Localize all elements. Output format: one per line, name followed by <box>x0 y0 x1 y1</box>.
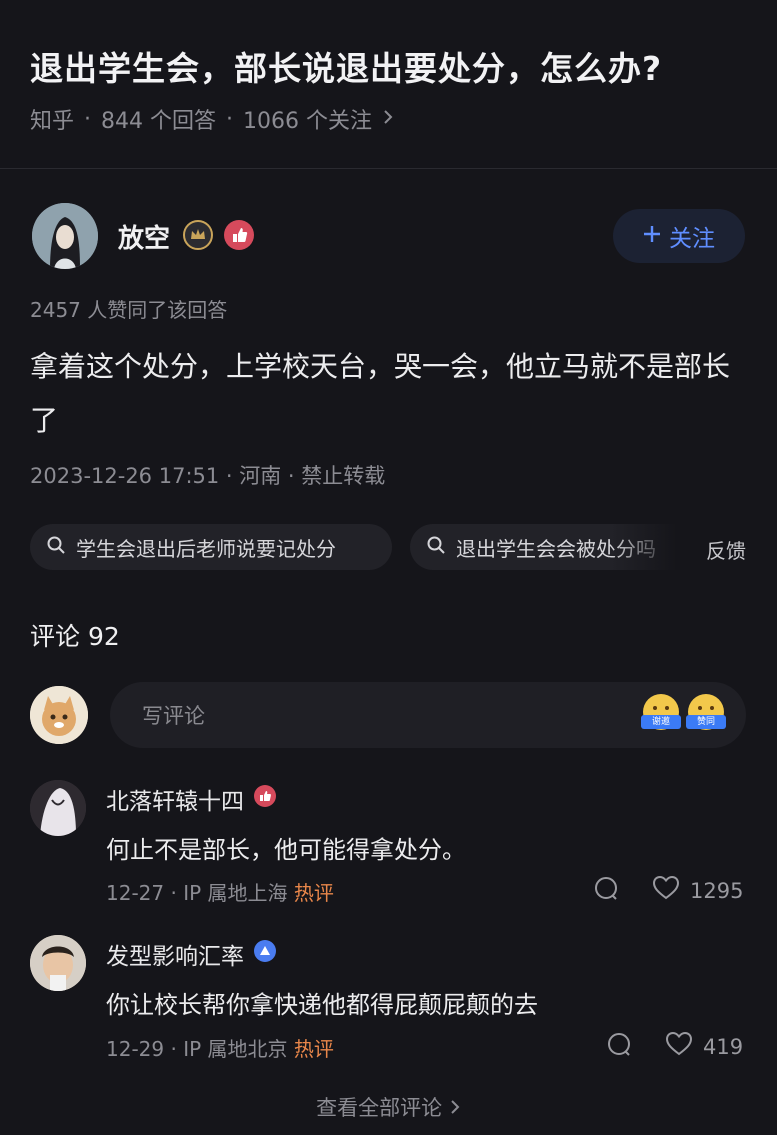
question-meta[interactable]: 知乎 · 844 个回答 · 1066 个关注 <box>30 103 394 135</box>
author-avatar[interactable] <box>32 203 98 269</box>
reply-icon[interactable] <box>593 876 619 902</box>
search-icon <box>46 535 66 560</box>
plus-icon <box>643 223 661 249</box>
related-search-chip[interactable]: 学生会退出后老师说要记处分 <box>30 524 392 570</box>
hot-comment-tag: 热评 <box>293 1037 334 1061</box>
agree-emoji-icon[interactable]: 赞同 <box>686 694 726 730</box>
like-button[interactable]: 419 <box>665 1031 743 1062</box>
follow-button[interactable]: 关注 <box>613 209 745 263</box>
emoji-tag: 赞同 <box>686 715 726 729</box>
chip-fade-overlay <box>610 512 777 582</box>
feedback-link[interactable]: 反馈 <box>706 535 746 564</box>
view-all-comments-link[interactable]: 查看全部评论 <box>0 1092 777 1122</box>
like-button[interactable]: 1295 <box>652 875 743 906</box>
thumb-badge-icon <box>224 220 254 250</box>
vote-count: 2457 人赞同了该回答 <box>30 298 228 322</box>
commenter-avatar[interactable] <box>30 780 86 836</box>
reply-icon[interactable] <box>606 1032 632 1058</box>
thanks-invite-emoji-icon[interactable]: 谢邀 <box>641 694 681 730</box>
comment-meta: 12-29 · IP 属地北京 热评 <box>106 1037 334 1061</box>
chevron-right-icon <box>449 1096 461 1120</box>
heart-icon <box>652 875 680 906</box>
crown-badge-icon <box>183 220 213 250</box>
like-count: 1295 <box>690 878 744 903</box>
divider <box>0 168 777 169</box>
my-avatar[interactable] <box>30 686 88 744</box>
commenter-avatar[interactable] <box>30 935 86 991</box>
follow-label: 关注 <box>669 226 715 252</box>
thumb-badge-icon <box>254 785 276 813</box>
commenter-name[interactable]: 北落轩辕十四 <box>106 782 276 816</box>
commenter-name[interactable]: 发型影响汇率 <box>106 937 276 971</box>
heart-icon <box>665 1031 693 1062</box>
comment-placeholder: 写评论 <box>142 704 205 728</box>
follower-count: 1066 个关注 <box>243 109 372 134</box>
comments-header: 评论 92 <box>30 622 120 651</box>
chevron-right-icon <box>382 107 394 132</box>
source-label: 知乎 <box>30 109 75 134</box>
level-badge-icon <box>254 940 276 968</box>
comment-meta: 12-27 · IP 属地上海 热评 <box>106 881 334 905</box>
hot-comment-tag: 热评 <box>293 881 334 905</box>
search-icon <box>426 535 446 560</box>
comment-text[interactable]: 你让校长帮你拿快递他都得屁颠屁颠的去 <box>106 985 538 1020</box>
answer-body[interactable]: 拿着这个处分，上学校天台，哭一会，他立马就不是部长了 <box>30 340 740 448</box>
like-count: 419 <box>703 1034 744 1059</box>
comment-text[interactable]: 何止不是部长，他可能得拿处分。 <box>106 830 466 865</box>
chip-label: 学生会退出后老师说要记处分 <box>76 536 336 561</box>
answer-meta: 2023-12-26 17:51 · 河南 · 禁止转载 <box>30 464 386 488</box>
emoji-tag: 谢邀 <box>641 715 681 729</box>
answer-count: 844 个回答 <box>101 109 217 134</box>
author-name[interactable]: 放空 <box>118 218 170 255</box>
question-title[interactable]: 退出学生会，部长说退出要处分，怎么办? <box>30 42 662 90</box>
